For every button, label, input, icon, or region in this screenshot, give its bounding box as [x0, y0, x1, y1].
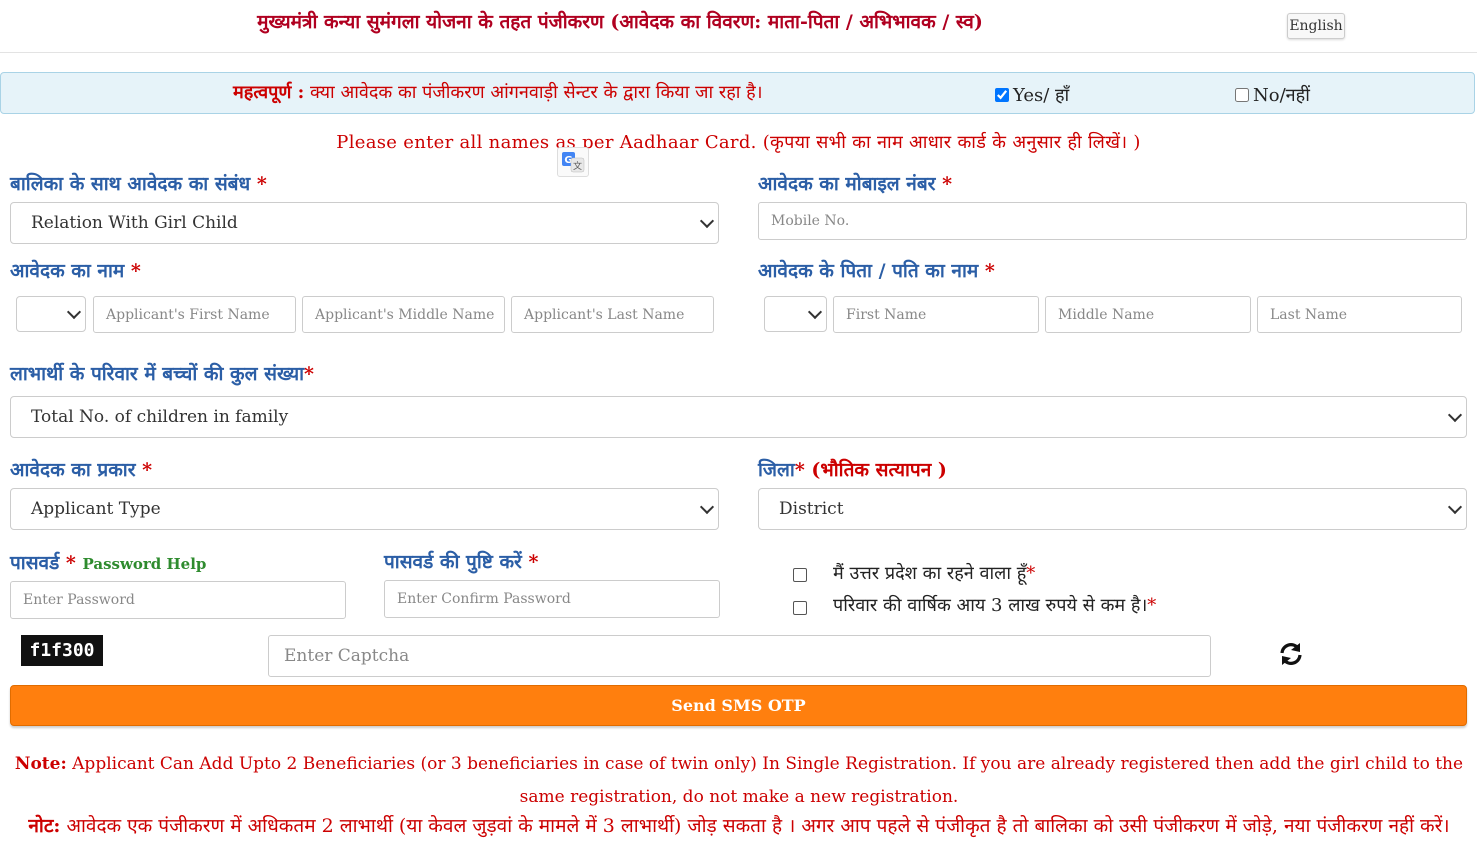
relation-selected-value: Relation With Girl Child	[31, 213, 238, 233]
applicant-type-label-text: आवेदक का प्रकार	[10, 459, 136, 481]
confirm-password-label: पासवर्ड की पुष्टि करें *	[384, 548, 538, 574]
required-mark: *	[65, 552, 76, 574]
required-mark: *	[1026, 563, 1036, 584]
income-text: परिवार की वार्षिक आय 3 लाख रुपये से कम ह…	[833, 595, 1148, 616]
captcha-input[interactable]: Enter Captcha	[268, 635, 1211, 677]
note-hindi-text: आवेदक एक पंजीकरण में अधिकतम 2 लाभार्थी (…	[66, 815, 1450, 837]
district-verification-note: (भौतिक सत्यापन )	[811, 459, 947, 481]
send-sms-otp-button[interactable]: Send SMS OTP	[10, 685, 1467, 726]
father-name-label-text: आवेदक के पिता / पति का नाम	[758, 260, 979, 282]
captcha-image: f1f300	[21, 635, 103, 666]
applicant-last-name-input[interactable]: Applicant's Last Name	[511, 296, 714, 333]
chevron-down-icon	[807, 304, 823, 320]
relation-label: बालिका के साथ आवेदक का संबंध *	[10, 170, 267, 196]
required-mark: *	[984, 260, 995, 282]
password-label: पासवर्ड * Password Help	[10, 549, 206, 575]
chevron-down-icon	[699, 213, 715, 229]
father-name-label: आवेदक के पिता / पति का नाम *	[758, 257, 995, 283]
confirm-password-input[interactable]: Enter Confirm Password	[384, 580, 720, 618]
applicant-middle-name-input[interactable]: Applicant's Middle Name	[302, 296, 505, 333]
income-declaration: परिवार की वार्षिक आय 3 लाख रुपये से कम ह…	[833, 593, 1156, 617]
applicant-salutation-select[interactable]	[16, 296, 86, 332]
confirm-password-label-text: पासवर्ड की पुष्टि करें	[384, 551, 522, 573]
mobile-label: आवेदक का मोबाइल नंबर *	[758, 170, 952, 196]
google-translate-icon[interactable]: G 文	[557, 147, 589, 177]
note-english-label: Note:	[14, 754, 67, 774]
district-select[interactable]: District	[758, 488, 1467, 530]
refresh-captcha-icon[interactable]	[1278, 641, 1304, 667]
applicant-name-label: आवेदक का नाम *	[10, 257, 141, 283]
children-count-select[interactable]: Total No. of children in family	[10, 396, 1467, 438]
note-hindi-label: नोट:	[28, 815, 61, 837]
svg-text:文: 文	[573, 160, 582, 172]
applicant-type-label: आवेदक का प्रकार *	[10, 456, 152, 482]
district-label: जिला* (भौतिक सत्यापन )	[758, 456, 947, 482]
aadhaar-name-notice: Please enter all names as per Aadhaar Ca…	[336, 132, 1141, 153]
required-mark: *	[130, 260, 141, 282]
up-resident-declaration: मैं उत्तर प्रदेश का रहने वाला हूँ*	[833, 561, 1035, 585]
chevron-down-icon	[66, 304, 82, 320]
anganwadi-no-label: No/नहीं	[1253, 85, 1310, 106]
up-resident-text: मैं उत्तर प्रदेश का रहने वाला हूँ	[833, 563, 1027, 584]
password-label-text: पासवर्ड	[10, 552, 60, 574]
required-mark: *	[794, 459, 805, 481]
required-mark: *	[256, 173, 267, 195]
applicant-name-label-text: आवेदक का नाम	[10, 260, 125, 282]
required-mark: *	[142, 459, 153, 481]
required-mark: *	[1147, 595, 1157, 616]
father-salutation-select[interactable]	[764, 296, 827, 332]
applicant-type-selected-value: Applicant Type	[31, 499, 161, 519]
important-label: महत्वपूर्ण :	[233, 82, 305, 103]
income-checkbox[interactable]	[793, 601, 807, 615]
anganwadi-question-text: क्या आवेदक का पंजीकरण आंगनवाड़ी सेन्टर क…	[309, 82, 763, 103]
anganwadi-question: महत्वपूर्ण : क्या आवेदक का पंजीकरण आंगनव…	[233, 80, 763, 104]
relation-select[interactable]: Relation With Girl Child	[10, 202, 719, 244]
children-count-selected-value: Total No. of children in family	[31, 407, 289, 427]
header-divider	[0, 52, 1477, 53]
mobile-input[interactable]: Mobile No.	[758, 202, 1467, 240]
chevron-down-icon	[1447, 407, 1463, 423]
chevron-down-icon	[699, 499, 715, 515]
password-help-link[interactable]: Password Help	[82, 555, 206, 573]
applicant-type-select[interactable]: Applicant Type	[10, 488, 719, 530]
required-mark: *	[942, 173, 953, 195]
page-title: मुख्यमंत्री कन्या सुमंगला योजना के तहत प…	[257, 11, 983, 33]
password-input[interactable]: Enter Password	[10, 581, 346, 619]
required-mark: *	[304, 363, 314, 385]
anganwadi-yes-checkbox[interactable]	[995, 88, 1009, 102]
children-count-label-text: लाभार्थी के परिवार में बच्चों की कुल संख…	[10, 363, 305, 385]
father-middle-name-input[interactable]: Middle Name	[1045, 296, 1251, 333]
father-last-name-input[interactable]: Last Name	[1257, 296, 1462, 333]
mobile-label-text: आवेदक का मोबाइल नंबर	[758, 173, 936, 195]
district-selected-value: District	[779, 499, 844, 519]
chevron-down-icon	[1447, 499, 1463, 515]
required-mark: *	[528, 551, 539, 573]
english-language-button[interactable]: English	[1287, 13, 1345, 39]
note-hindi: नोट: आवेदक एक पंजीकरण में अधिकतम 2 लाभार…	[8, 812, 1470, 838]
children-count-label: लाभार्थी के परिवार में बच्चों की कुल संख…	[10, 360, 314, 386]
up-resident-checkbox[interactable]	[793, 568, 807, 582]
note-english-text: Applicant Can Add Upto 2 Beneficiaries (…	[72, 754, 1464, 807]
anganwadi-yes-option[interactable]: Yes/ हाँ	[995, 83, 1069, 107]
relation-label-text: बालिका के साथ आवेदक का संबंध	[10, 173, 251, 195]
anganwadi-no-checkbox[interactable]	[1235, 88, 1249, 102]
applicant-first-name-input[interactable]: Applicant's First Name	[93, 296, 296, 333]
father-first-name-input[interactable]: First Name	[833, 296, 1039, 333]
anganwadi-yes-label: Yes/ हाँ	[1013, 85, 1070, 106]
anganwadi-no-option[interactable]: No/नहीं	[1235, 83, 1310, 107]
district-label-text: जिला	[758, 459, 795, 481]
note-english: Note: Applicant Can Add Upto 2 Beneficia…	[8, 748, 1470, 814]
